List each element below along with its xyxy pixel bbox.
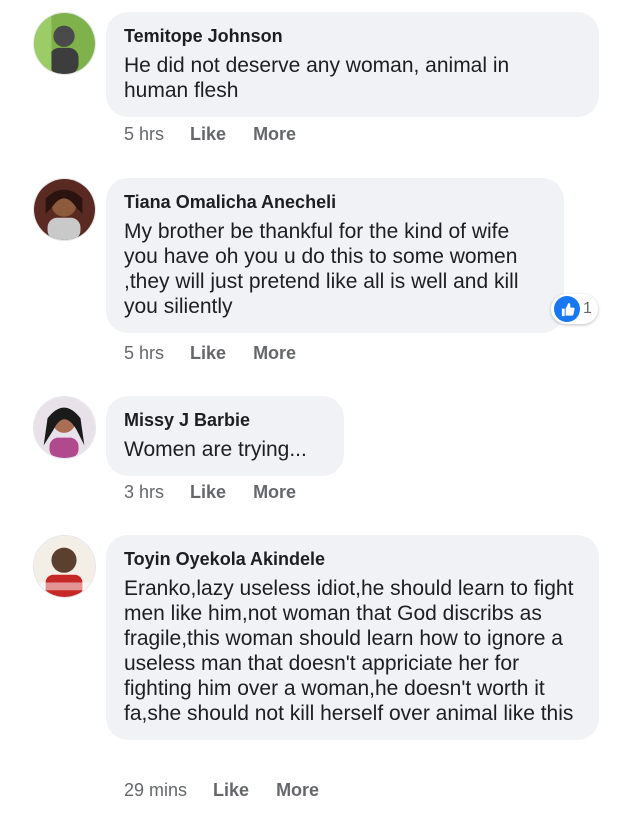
comment-time[interactable]: 29 mins bbox=[124, 780, 187, 801]
comment-author[interactable]: Tiana Omalicha Anecheli bbox=[124, 191, 544, 213]
more-button[interactable]: More bbox=[253, 124, 296, 145]
comment-time[interactable]: 5 hrs bbox=[124, 124, 164, 145]
comment-text: Women are trying... bbox=[124, 438, 307, 461]
profile-photo bbox=[34, 536, 95, 597]
avatar[interactable] bbox=[33, 535, 96, 598]
comment-actions: 3 hrs Like More bbox=[124, 482, 323, 503]
comment-time[interactable]: 3 hrs bbox=[124, 482, 164, 503]
profile-photo bbox=[34, 397, 95, 458]
comment-bubble: Missy J Barbie Women are trying... bbox=[106, 396, 344, 476]
avatar[interactable] bbox=[33, 396, 96, 459]
thumbs-up-icon bbox=[554, 296, 580, 322]
comment-author[interactable]: Toyin Oyekola Akindele bbox=[124, 548, 579, 570]
comment-actions: 29 mins Like More bbox=[124, 780, 346, 801]
more-button[interactable]: More bbox=[253, 482, 296, 503]
reaction-count: 1 bbox=[583, 300, 592, 317]
comment-text: Eranko,lazy useless idiot,he should lear… bbox=[124, 577, 574, 725]
like-button[interactable]: Like bbox=[190, 482, 226, 503]
comment-actions: 5 hrs Like More bbox=[124, 343, 323, 364]
more-button[interactable]: More bbox=[253, 343, 296, 364]
comment-actions: 5 hrs Like More bbox=[124, 124, 323, 145]
profile-photo bbox=[34, 179, 95, 240]
comment-author[interactable]: Missy J Barbie bbox=[124, 409, 324, 431]
like-button[interactable]: Like bbox=[190, 124, 226, 145]
like-button[interactable]: Like bbox=[213, 780, 249, 801]
comment-time[interactable]: 5 hrs bbox=[124, 343, 164, 364]
comment-text: My brother be thankful for the kind of w… bbox=[124, 220, 519, 318]
more-button[interactable]: More bbox=[276, 780, 319, 801]
profile-photo bbox=[34, 13, 95, 74]
avatar[interactable] bbox=[33, 178, 96, 241]
comment-text: He did not deserve any woman, animal in … bbox=[124, 54, 510, 102]
reaction-count-badge[interactable]: 1 bbox=[551, 294, 598, 324]
like-button[interactable]: Like bbox=[190, 343, 226, 364]
comment-bubble: Tiana Omalicha Anecheli My brother be th… bbox=[106, 178, 564, 333]
comment-bubble: Temitope Johnson He did not deserve any … bbox=[106, 12, 599, 117]
comment-author[interactable]: Temitope Johnson bbox=[124, 25, 579, 47]
comment-bubble: Toyin Oyekola Akindele Eranko,lazy usele… bbox=[106, 535, 599, 740]
avatar[interactable] bbox=[33, 12, 96, 75]
